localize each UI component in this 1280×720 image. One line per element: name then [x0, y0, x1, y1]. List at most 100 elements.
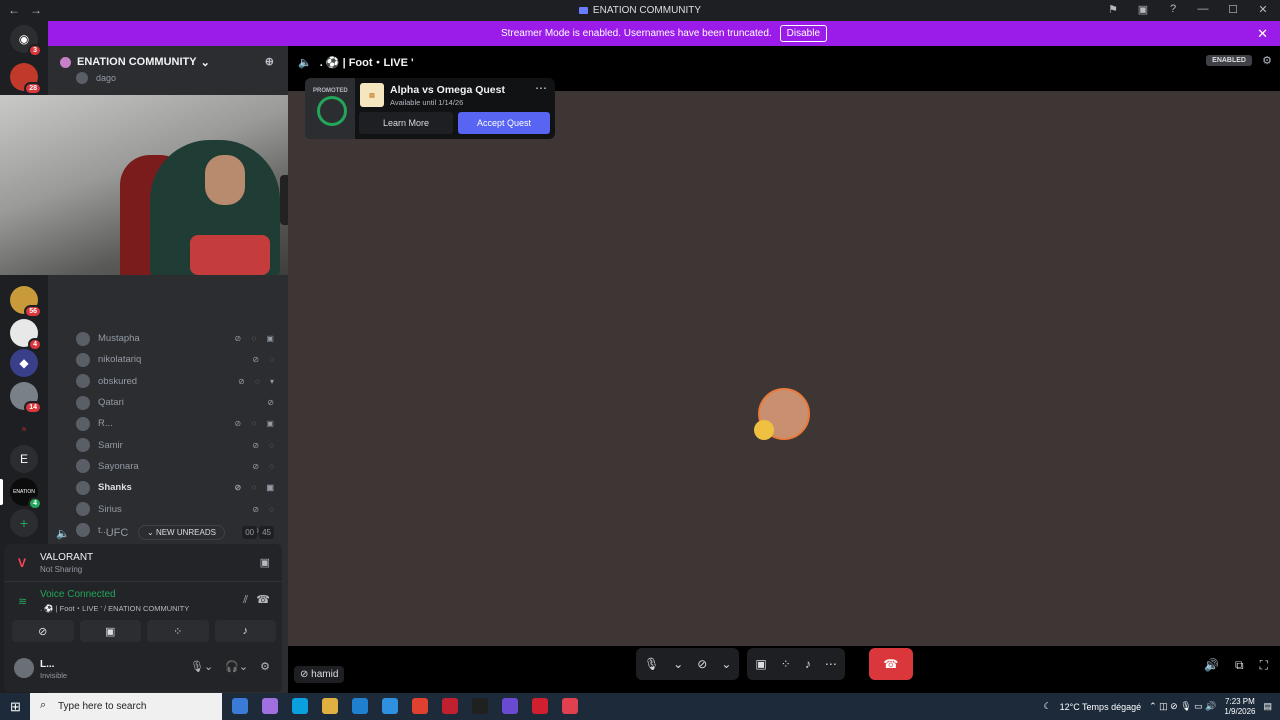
- member-dago[interactable]: dago: [76, 72, 116, 84]
- maximize-icon[interactable]: ☐: [1226, 3, 1240, 16]
- member-row[interactable]: nikolatariq ⊘ ◌: [76, 349, 284, 370]
- more-options-icon[interactable]: ⋯: [535, 81, 547, 95]
- member-name: Samir: [98, 439, 123, 451]
- mic-icon[interactable]: 🎙⌄: [190, 660, 213, 673]
- screen-share-button[interactable]: ▣: [79, 620, 141, 642]
- server-icon-5[interactable]: 14: [10, 382, 42, 414]
- game-status: Not Sharing: [40, 565, 83, 574]
- server-icon-6[interactable]: ≋: [10, 415, 38, 443]
- webcam-face: [205, 155, 245, 205]
- member-row[interactable]: Sirius ⊘ ◌: [76, 498, 284, 519]
- selected-indicator: [0, 479, 3, 505]
- discord-window: ← → ENATION COMMUNITY ⚑ ▣ ? — ☐ ✕ Stream…: [0, 0, 1280, 720]
- screen-share-icon[interactable]: ▣: [755, 657, 766, 671]
- server-icon-1[interactable]: 28: [10, 63, 42, 95]
- member-row[interactable]: Samir ⊘ ◌: [76, 434, 284, 455]
- server-enation[interactable]: ENATION 4: [10, 478, 42, 510]
- outlook-icon[interactable]: [382, 698, 398, 714]
- learn-more-button[interactable]: Learn More: [359, 112, 453, 134]
- server-letter-e[interactable]: E: [10, 445, 38, 473]
- popout-icon[interactable]: ⧉: [1235, 658, 1244, 673]
- more-icon[interactable]: ⋯: [825, 657, 837, 671]
- participant-avatar[interactable]: [754, 388, 810, 440]
- nametag-text: hamid: [311, 669, 339, 680]
- participant-nametag: ⊘ hamid: [294, 666, 345, 683]
- share-screen-icon[interactable]: ▣: [260, 556, 270, 569]
- disable-button[interactable]: Disable: [779, 25, 828, 42]
- headphones-icon[interactable]: 🎧⌄: [225, 660, 248, 673]
- server-icon-3[interactable]: 4: [10, 319, 42, 351]
- accept-quest-button[interactable]: Accept Quest: [458, 112, 550, 134]
- chrome-icon[interactable]: [412, 698, 428, 714]
- close-banner-icon[interactable]: ✕: [1257, 26, 1268, 42]
- member-row[interactable]: Shanks ⊘ ◌ ▣: [76, 477, 284, 498]
- soundboard-button[interactable]: ♪: [214, 620, 276, 642]
- clock[interactable]: 7:23 PM 1/9/2026: [1224, 697, 1255, 717]
- valorant-taskbar-icon[interactable]: [562, 698, 578, 714]
- channel-ufc[interactable]: 🔈 UFC ⌄ NEW UNREADS 00 45: [56, 522, 284, 544]
- streamer-enabled-badge[interactable]: ENABLED: [1206, 55, 1252, 66]
- voice-buttons: ⊘ ▣ ⁘ ♪: [12, 620, 276, 642]
- user-panel: V VALORANT Not Sharing ▣ ≋ Voice Connect…: [4, 544, 282, 692]
- member-row[interactable]: obskured ⊘ ◌ ▾: [76, 371, 284, 392]
- badge: 28: [24, 82, 42, 95]
- app-icon-red-2[interactable]: [532, 698, 548, 714]
- edge-icon[interactable]: [292, 698, 308, 714]
- server-icon-4[interactable]: ◆: [10, 349, 38, 377]
- discord-taskbar-icon[interactable]: [502, 698, 518, 714]
- tray-icons[interactable]: ⌃ ◫ ⊘ 🎙 ▭ 🔊: [1149, 701, 1216, 712]
- close-window-icon[interactable]: ✕: [1256, 3, 1270, 16]
- inbox-icon[interactable]: ⚑: [1106, 3, 1120, 16]
- fullscreen-icon[interactable]: ⛶: [1260, 658, 1268, 673]
- screen-icon[interactable]: ▣: [1136, 3, 1150, 16]
- member-row[interactable]: Qatari ⊘: [76, 392, 284, 413]
- promoted-label: PROMOTED: [313, 88, 348, 94]
- windows-start-icon[interactable]: ⊞: [10, 699, 21, 715]
- chevron-down-icon[interactable]: ⌄: [673, 657, 683, 671]
- taskbar-search[interactable]: ⌕ Type here to search: [30, 693, 222, 720]
- settings-gear-icon[interactable]: ⚙: [260, 660, 270, 673]
- voice-connected-label[interactable]: Voice Connected: [40, 589, 116, 600]
- mic-icon[interactable]: 🎙: [644, 657, 659, 671]
- activities-button[interactable]: ⁘: [147, 620, 209, 642]
- call-controls: 🎙 ⌄ ⊘ ⌄ ▣ ⁘ ♪ ⋯ ☎: [636, 648, 913, 680]
- chevron-down-icon[interactable]: ⌄: [721, 657, 731, 671]
- discord-home-icon[interactable]: ◉ 3: [10, 25, 42, 57]
- badge: 4: [28, 338, 42, 351]
- member-row[interactable]: Sayonara ⊘ ◌: [76, 456, 284, 477]
- minimize-icon[interactable]: —: [1196, 3, 1210, 16]
- add-server-icon[interactable]: +: [10, 509, 38, 537]
- noise-suppression-icon[interactable]: ⫽: [243, 594, 248, 607]
- disconnect-button[interactable]: ☎: [868, 648, 913, 680]
- member-status-icons: ⊘ ◌: [252, 355, 278, 365]
- search-placeholder: Type here to search: [58, 701, 147, 712]
- member-name: R...: [98, 418, 113, 430]
- soundboard-icon[interactable]: ♪: [805, 657, 811, 671]
- notifications-icon[interactable]: ▤: [1263, 701, 1272, 712]
- app-icon-dark[interactable]: [472, 698, 488, 714]
- avatar: [76, 374, 90, 389]
- valorant-icon: V: [18, 556, 27, 570]
- camera-off-icon[interactable]: ⊘: [697, 657, 707, 671]
- file-explorer-icon[interactable]: [322, 698, 338, 714]
- notification-icon[interactable]: ⚙: [1262, 54, 1272, 67]
- disconnect-icon[interactable]: ☎: [256, 593, 270, 606]
- activities-icon[interactable]: ⁘: [781, 657, 791, 671]
- user-name[interactable]: L...: [40, 659, 54, 670]
- task-view-icon[interactable]: [232, 698, 248, 714]
- volume-icon[interactable]: 🔊: [1204, 658, 1219, 673]
- member-row[interactable]: Mustapha ⊘ ◌ ▣: [76, 328, 284, 349]
- avatar[interactable]: [14, 658, 34, 678]
- member-row[interactable]: R... ⊘ ◌ ▣: [76, 413, 284, 434]
- copilot-icon[interactable]: [262, 698, 278, 714]
- user-controls: 🎙⌄ 🎧⌄ ⚙: [190, 660, 270, 673]
- weather-text[interactable]: 12°C Temps dégagé: [1060, 702, 1142, 712]
- camera-off-button[interactable]: ⊘: [12, 620, 74, 642]
- server-icon-2[interactable]: 56: [10, 286, 42, 318]
- voice-channel-path[interactable]: . ⚽ | Foot・LIVE ' / ENATION COMMUNITY: [40, 603, 189, 614]
- help-icon[interactable]: ?: [1166, 3, 1180, 16]
- app-icon-red[interactable]: [442, 698, 458, 714]
- new-unreads-button[interactable]: ⌄ NEW UNREADS: [138, 525, 225, 540]
- add-member-icon[interactable]: ⊕: [265, 55, 274, 68]
- store-icon[interactable]: [352, 698, 368, 714]
